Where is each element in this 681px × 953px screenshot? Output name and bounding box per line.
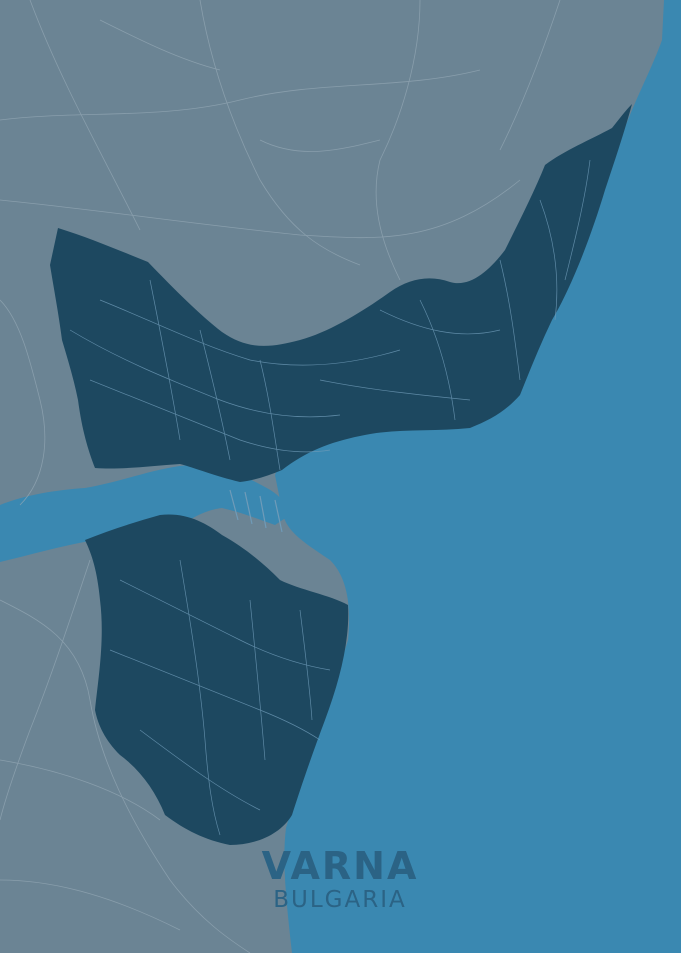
country-subtitle: BULGARIA	[273, 887, 407, 913]
map-canvas	[0, 0, 681, 953]
map-poster: VARNA BULGARIA	[0, 0, 681, 953]
city-title: VARNA	[261, 844, 419, 888]
